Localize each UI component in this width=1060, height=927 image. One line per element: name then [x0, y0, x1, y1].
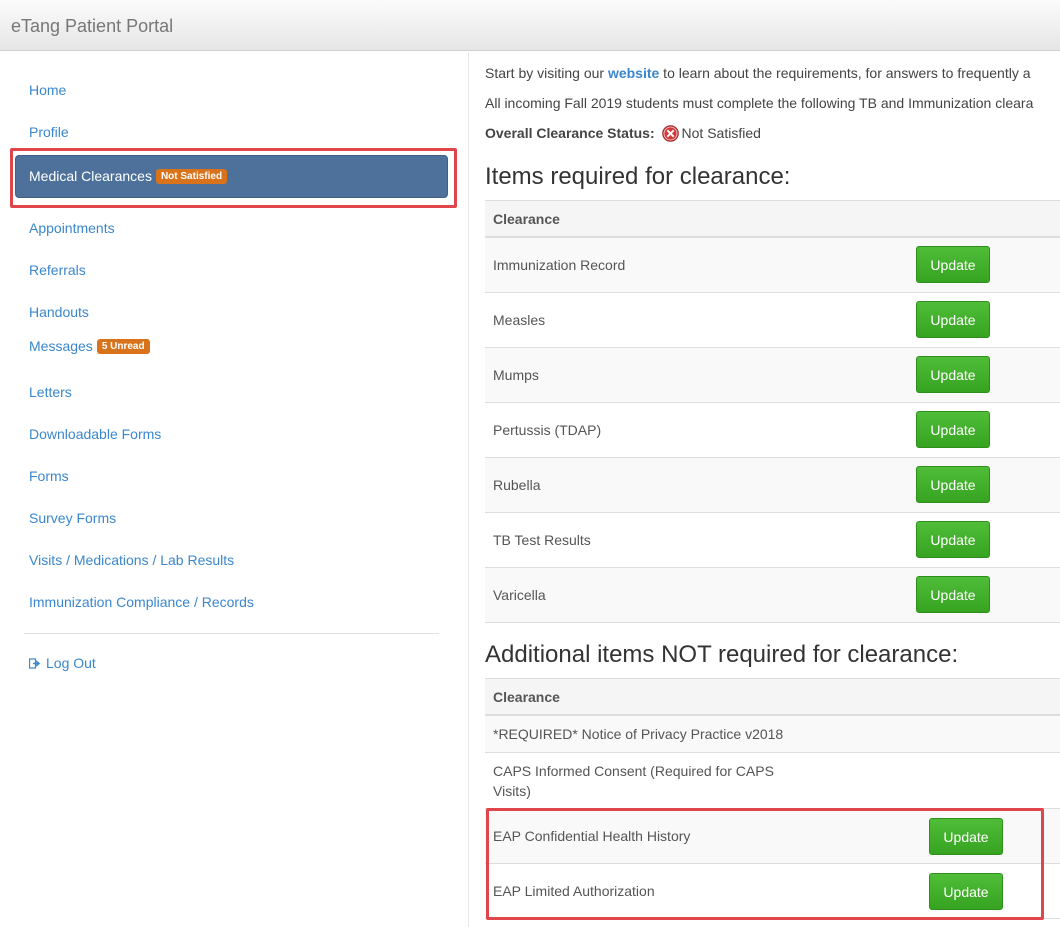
sidebar-item-forms[interactable]: Forms [29, 468, 69, 484]
table-row: CAPS Informed Consent (Required for CAPS… [485, 753, 1060, 809]
sidebar-item-appointments[interactable]: Appointments [29, 220, 115, 236]
overall-status: Overall Clearance Status: Not Satisfied [485, 125, 761, 142]
table-row: Immunization Record Update [485, 238, 1060, 293]
update-button[interactable]: Update [916, 521, 990, 558]
portal-title: eTang Patient Portal [11, 16, 174, 36]
sidebar-item-letters[interactable]: Letters [29, 384, 72, 400]
sidebar-item-home[interactable]: Home [29, 82, 66, 98]
sidebar-divider [24, 633, 439, 634]
table-header: Clearance [485, 678, 1060, 716]
sidebar-item-survey-forms[interactable]: Survey Forms [29, 510, 116, 526]
annotation-highlight-nav [10, 148, 457, 208]
update-button[interactable]: Update [916, 356, 990, 393]
update-button[interactable]: Update [916, 246, 990, 283]
table-header: Clearance [485, 200, 1060, 238]
table-row: *REQUIRED* Notice of Privacy Practice v2… [485, 716, 1060, 753]
table-row: Rubella Update [485, 458, 1060, 513]
logout-link[interactable]: Log Out [29, 655, 96, 671]
update-button[interactable]: Update [916, 301, 990, 338]
table-row: TB Test Results Update [485, 513, 1060, 568]
table-row: Varicella Update [485, 568, 1060, 623]
update-button[interactable]: Update [916, 411, 990, 448]
update-button[interactable]: Update [916, 576, 990, 613]
table-row: Pertussis (TDAP) Update [485, 403, 1060, 458]
sidebar-item-handouts[interactable]: Handouts [29, 304, 89, 320]
sidebar-item-profile[interactable]: Profile [29, 124, 69, 140]
table-row: Measles Update [485, 293, 1060, 348]
intro-text-2: All incoming Fall 2019 students must com… [485, 95, 1034, 111]
main-content: Start by visiting our website to learn a… [470, 52, 1060, 927]
sidebar-item-referrals[interactable]: Referrals [29, 262, 86, 278]
sidebar-item-immunization-compliance[interactable]: Immunization Compliance / Records [29, 594, 254, 610]
sidebar-item-downloadable-forms[interactable]: Downloadable Forms [29, 426, 161, 442]
additional-heading: Additional items NOT required for cleara… [485, 641, 959, 668]
sidebar-item-visits[interactable]: Visits / Medications / Lab Results [29, 552, 234, 568]
unread-badge: 5 Unread [96, 339, 150, 354]
sidebar-item-messages[interactable]: Messages 5 Unread [29, 338, 150, 354]
not-satisfied-icon [661, 125, 679, 142]
annotation-highlight-eap [486, 808, 1044, 920]
top-bar: eTang Patient Portal [0, 0, 1060, 51]
website-link[interactable]: website [608, 65, 659, 81]
required-heading: Items required for clearance: [485, 163, 791, 190]
sign-out-icon [29, 658, 41, 669]
table-row: Mumps Update [485, 348, 1060, 403]
update-button[interactable]: Update [916, 466, 990, 503]
intro-text: Start by visiting our website to learn a… [485, 65, 1031, 81]
